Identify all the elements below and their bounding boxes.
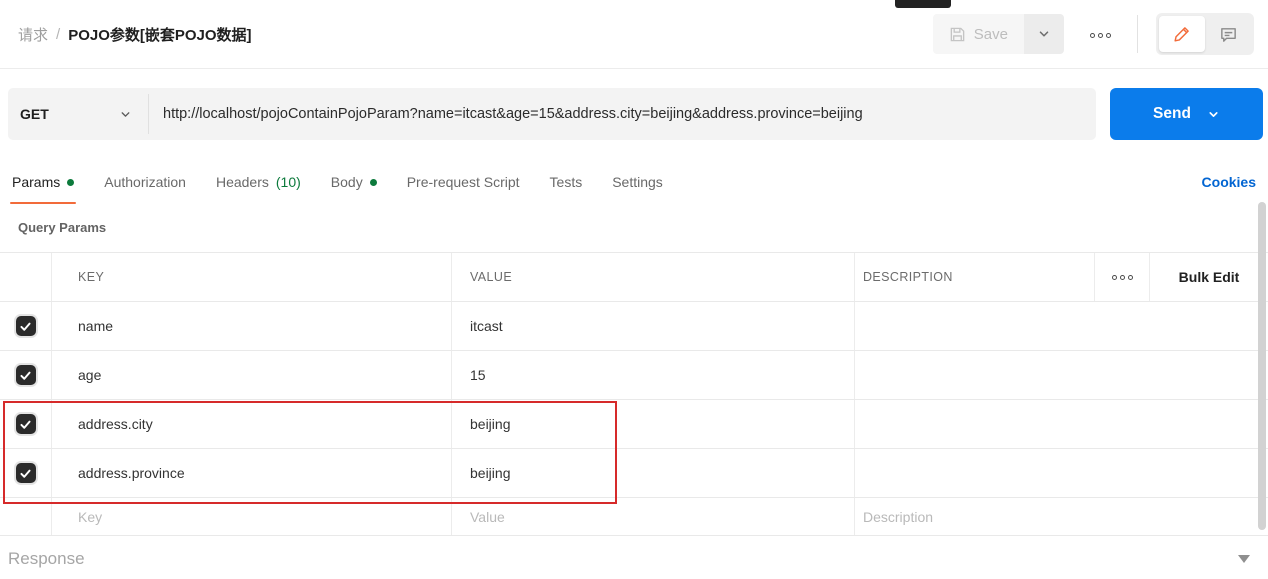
tooltip-remnant (895, 0, 951, 8)
param-description[interactable] (855, 351, 1268, 399)
row-select-cell (0, 449, 52, 497)
row-checkbox-checked[interactable] (15, 365, 36, 385)
bulk-edit-button[interactable]: Bulk Edit (1179, 269, 1240, 285)
tab-tests-label: Tests (549, 174, 583, 190)
value-column-header: VALUE (470, 270, 513, 284)
comment-button[interactable] (1205, 16, 1251, 52)
tab-headers[interactable]: Headers (10) (216, 160, 301, 204)
bulk-edit-cell: Bulk Edit (1150, 253, 1268, 301)
request-header: 请求 / POJO参数[嵌套POJO数据] Save (0, 0, 1268, 69)
method-selector[interactable]: GET (8, 88, 148, 140)
row-checkbox-checked[interactable] (15, 463, 36, 483)
url-input[interactable] (149, 88, 1096, 140)
header-description-cell: DESCRIPTION (855, 253, 1095, 301)
vertical-scrollbar-thumb[interactable] (1258, 202, 1266, 530)
tab-body[interactable]: Body (331, 160, 377, 204)
tab-tests[interactable]: Tests (550, 160, 583, 204)
cookies-link[interactable]: Cookies (1202, 174, 1256, 190)
response-title: Response (8, 548, 85, 568)
param-key[interactable]: name (78, 318, 113, 334)
param-key[interactable]: address.city (78, 416, 153, 432)
header-key-cell: KEY (52, 253, 452, 301)
row-checkbox-checked[interactable] (15, 316, 36, 336)
row-checkbox-checked[interactable] (15, 414, 36, 434)
header-divider (1137, 15, 1138, 53)
param-description[interactable] (855, 449, 1268, 497)
new-param-row (0, 498, 1268, 536)
column-options-button[interactable] (1095, 253, 1150, 301)
save-button-label: Save (973, 25, 1008, 43)
headers-count-badge: (10) (275, 174, 301, 190)
tab-settings[interactable]: Settings (612, 160, 663, 204)
tab-body-label: Body (330, 174, 363, 190)
send-button[interactable]: Send (1110, 88, 1263, 140)
tab-pre-request-script[interactable]: Pre-request Script (407, 160, 520, 204)
url-bar: GET (8, 88, 1096, 140)
param-value[interactable]: 15 (470, 367, 486, 383)
new-value-input[interactable] (470, 508, 835, 525)
param-value[interactable]: beijing (470, 416, 510, 432)
query-params-title: Query Params (18, 220, 107, 235)
row-select-cell (0, 351, 52, 399)
param-row-name: name itcast (0, 302, 1268, 351)
more-options-button[interactable] (1088, 19, 1113, 49)
description-column-header: DESCRIPTION (863, 270, 953, 284)
param-key[interactable]: address.province (78, 465, 185, 481)
send-button-label: Send (1153, 105, 1191, 122)
param-row-address-province: address.province beijing (0, 449, 1268, 498)
green-dot-icon (67, 178, 75, 186)
tab-headers-label: Headers (215, 174, 269, 190)
chevron-down-icon (119, 108, 132, 121)
pencil-icon (1173, 25, 1191, 43)
tab-pre-request-script-label: Pre-request Script (406, 174, 520, 190)
chevron-down-icon (1037, 27, 1051, 41)
header-actions: Save (932, 13, 1254, 55)
green-dot-icon (369, 178, 377, 186)
new-description-input[interactable] (863, 508, 1248, 525)
param-row-address-city: address.city beijing (0, 400, 1268, 449)
request-workspace: 请求 / POJO参数[嵌套POJO数据] Save GET http://lo… (0, 0, 1268, 579)
row-select-cell (0, 302, 52, 350)
chevron-down-icon (1207, 108, 1220, 121)
tab-authorization[interactable]: Authorization (104, 160, 186, 204)
floppy-disk-icon (949, 26, 966, 43)
tab-params[interactable]: Params (9, 160, 77, 204)
param-description[interactable] (855, 302, 1268, 350)
header-select-cell (0, 253, 52, 301)
request-title[interactable]: POJO参数[嵌套POJO数据] (68, 24, 251, 45)
breadcrumb-separator: / (56, 25, 61, 43)
param-key[interactable]: age (78, 367, 101, 383)
key-column-header: KEY (78, 270, 105, 284)
tab-params-label: Params (12, 174, 61, 190)
edit-mode-button[interactable] (1159, 16, 1205, 52)
tab-settings-label: Settings (612, 174, 663, 190)
method-label: GET (20, 106, 49, 122)
row-select-cell (0, 498, 52, 535)
breadcrumb-collection[interactable]: 请求 (18, 24, 48, 45)
header-value-cell: VALUE (452, 253, 855, 301)
request-tabs: Params Authorization Headers (10) Body P… (9, 160, 1256, 204)
table-header-row: KEY VALUE DESCRIPTION Bulk Edit (0, 252, 1268, 302)
speech-bubble-icon (1219, 25, 1238, 44)
param-row-age: age 15 (0, 351, 1268, 400)
tab-authorization-label: Authorization (104, 174, 186, 190)
collapse-triangle-icon[interactable] (1238, 554, 1250, 563)
param-value[interactable]: beijing (470, 465, 510, 481)
save-button[interactable]: Save (932, 14, 1024, 54)
new-key-input[interactable] (78, 508, 433, 525)
save-menu-button[interactable] (1024, 14, 1064, 54)
save-button-group: Save (932, 14, 1064, 54)
three-dots-icon (1090, 33, 1111, 38)
param-value[interactable]: itcast (470, 318, 503, 334)
breadcrumb: 请求 / POJO参数[嵌套POJO数据] (18, 24, 252, 45)
query-params-table: KEY VALUE DESCRIPTION Bulk Edit name itc… (0, 252, 1268, 536)
param-description[interactable] (855, 400, 1268, 448)
edit-comment-toggle (1156, 13, 1254, 55)
row-select-cell (0, 400, 52, 448)
response-section-header: Response (0, 538, 1268, 579)
three-dots-icon (1111, 274, 1133, 280)
